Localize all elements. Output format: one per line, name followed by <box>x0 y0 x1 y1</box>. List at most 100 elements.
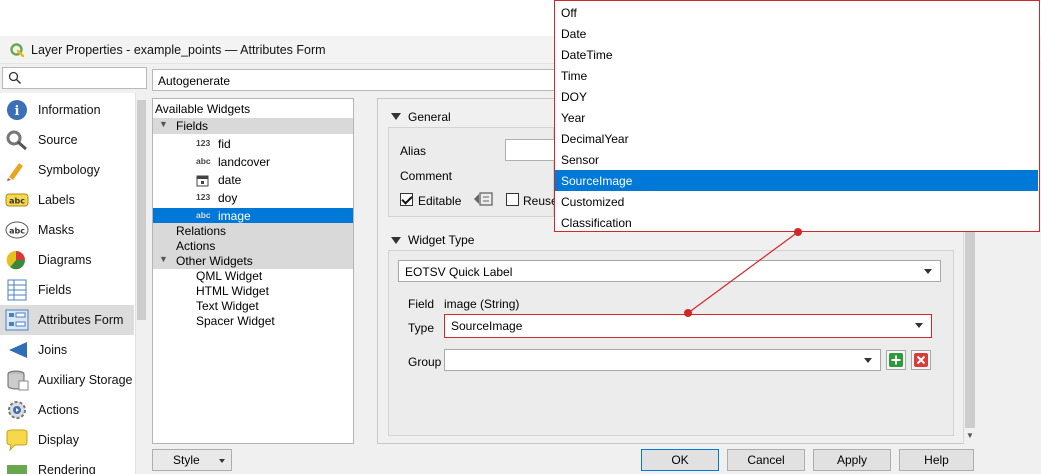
tree-group-actions[interactable]: Actions <box>153 238 353 254</box>
comment-label: Comment <box>400 169 453 183</box>
dropdown-option-year[interactable]: Year <box>555 107 1038 128</box>
tree-widget-label: HTML Widget <box>196 284 269 298</box>
panel-scrollbar-thumb[interactable] <box>965 232 975 428</box>
type-select-value: SourceImage <box>451 319 523 333</box>
sidebar-item-label: Fields <box>38 283 72 297</box>
tree-group-relations[interactable]: Relations <box>153 223 353 239</box>
type-label: Type <box>408 321 435 335</box>
sidebar-item-labels[interactable]: abc Labels <box>0 185 134 215</box>
sidebar-item-rendering[interactable]: Rendering <box>0 455 134 474</box>
tree-field-fid[interactable]: 123 fid <box>153 136 353 152</box>
dropdown-option-classification[interactable]: Classification <box>555 212 1038 233</box>
add-group-button[interactable] <box>886 350 906 370</box>
sidebar-item-label: Source <box>38 133 78 147</box>
reuse-label: Reuse <box>523 194 558 208</box>
widget-type-select[interactable]: EOTSV Quick Label <box>398 260 941 282</box>
display-icon <box>5 429 29 452</box>
sidebar-item-label: Symbology <box>38 163 100 177</box>
dropdown-option-label: Time <box>561 69 588 83</box>
attributes-form-icon <box>5 309 29 331</box>
sidebar-item-label: Masks <box>38 223 75 237</box>
information-icon: i <box>5 99 29 121</box>
tree-field-image[interactable]: abc image <box>153 208 353 224</box>
tree-widget-text-widget[interactable]: Text Widget <box>153 298 353 314</box>
sidebar-item-masks[interactable]: abc Masks <box>0 215 134 245</box>
sidebar-item-diagrams[interactable]: Diagrams <box>0 245 134 275</box>
symbology-icon <box>5 159 29 181</box>
search-input[interactable] <box>2 67 147 89</box>
search-icon <box>8 71 22 85</box>
general-collapse-icon[interactable] <box>391 113 401 120</box>
style-button-label: Style <box>173 453 200 467</box>
dropdown-option-label: DOY <box>561 90 588 104</box>
widget-type-value: EOTSV Quick Label <box>405 265 513 279</box>
tree-group-other-widgets-label: Other Widgets <box>176 254 253 268</box>
type-select[interactable]: SourceImage <box>444 314 932 338</box>
dropdown-option-decimalyear[interactable]: DecimalYear <box>555 128 1038 149</box>
remove-group-button[interactable] <box>911 350 931 370</box>
layout-mode-value: Autogenerate <box>158 74 231 88</box>
sidebar-item-actions[interactable]: Actions <box>0 395 134 425</box>
dropdown-option-label: Sensor <box>561 153 600 167</box>
dropdown-option-off[interactable]: Off <box>555 2 1038 23</box>
sidebar-scrollbar-thumb[interactable] <box>137 100 146 320</box>
tree-widget-label: Text Widget <box>196 299 259 313</box>
tree-group-other-widgets[interactable]: ▼ Other Widgets <box>153 253 353 269</box>
available-widgets-tree[interactable]: Available Widgets ▼ Fields 123 fid abc land… <box>152 98 354 444</box>
reuse-checkbox[interactable] <box>506 193 519 206</box>
dropdown-option-sensor[interactable]: Sensor <box>555 149 1038 170</box>
tree-header: Available Widgets <box>155 102 251 116</box>
sidebar-item-auxiliary-storage[interactable]: Auxiliary Storage <box>0 365 134 395</box>
tree-field-doy[interactable]: 123 doy <box>153 190 353 206</box>
chevron-down-icon <box>924 269 932 274</box>
actions-icon <box>5 399 29 421</box>
tree-field-landcover[interactable]: abc landcover <box>153 154 353 170</box>
tree-widget-qml-widget[interactable]: QML Widget <box>153 268 353 284</box>
dropdown-option-label: DateTime <box>561 48 613 62</box>
chevron-down-icon <box>219 459 225 463</box>
dropdown-option-time[interactable]: Time <box>555 65 1038 86</box>
tree-widget-spacer-widget[interactable]: Spacer Widget <box>153 313 353 329</box>
ok-button[interactable]: OK <box>641 449 719 471</box>
layout-mode-select[interactable]: Autogenerate <box>152 69 572 91</box>
tree-widget-label: QML Widget <box>196 269 263 283</box>
sidebar-item-joins[interactable]: Joins <box>0 335 134 365</box>
dropdown-option-datetime[interactable]: DateTime <box>555 44 1038 65</box>
sidebar-item-symbology[interactable]: Symbology <box>0 155 134 185</box>
tree-field-label: fid <box>218 137 231 151</box>
sidebar-item-attributes-form[interactable]: Attributes Form <box>0 305 134 335</box>
help-button[interactable]: Help <box>899 449 974 471</box>
tree-group-fields[interactable]: ▼ Fields <box>153 118 353 134</box>
remove-icon <box>914 353 928 367</box>
dropdown-option-label: Date <box>561 27 587 41</box>
tree-field-date[interactable]: date <box>153 172 353 188</box>
widget-type-collapse-icon[interactable] <box>391 237 401 244</box>
sidebar-item-fields[interactable]: Fields <box>0 275 134 305</box>
tree-widget-html-widget[interactable]: HTML Widget <box>153 283 353 299</box>
sidebar-item-information[interactable]: i Information <box>0 95 134 125</box>
dropdown-option-label: Customized <box>561 195 625 209</box>
type-dropdown-popup[interactable]: Off Date DateTime Time DOY Year DecimalYear Sen… <box>554 0 1040 232</box>
style-button[interactable]: Style <box>152 449 232 471</box>
apply-button[interactable]: Apply <box>813 449 891 471</box>
dropdown-option-date[interactable]: Date <box>555 23 1038 44</box>
numeric-type-icon: 123 <box>196 192 211 202</box>
svg-text:abc: abc <box>9 197 25 206</box>
group-select[interactable] <box>444 349 881 371</box>
dropdown-option-customized[interactable]: Customized <box>555 191 1038 212</box>
text-type-icon: abc <box>196 156 211 166</box>
tree-widget-label: Spacer Widget <box>196 314 275 328</box>
sidebar-item-display[interactable]: Display <box>0 425 134 455</box>
dropdown-option-label: Off <box>561 6 577 20</box>
sidebar-item-source[interactable]: Source <box>0 125 134 155</box>
scroll-down-icon[interactable]: ▼ <box>965 431 975 441</box>
expression-icon[interactable] <box>472 190 496 208</box>
editable-checkbox[interactable] <box>400 193 413 206</box>
cancel-button[interactable]: Cancel <box>727 449 805 471</box>
source-icon <box>5 129 29 151</box>
chevron-down-icon <box>915 323 923 328</box>
tree-group-fields-label: Fields <box>176 119 209 133</box>
dropdown-option-sourceimage[interactable]: SourceImage <box>555 170 1038 191</box>
dropdown-option-doy[interactable]: DOY <box>555 86 1038 107</box>
sidebar-item-label: Joins <box>38 343 68 357</box>
